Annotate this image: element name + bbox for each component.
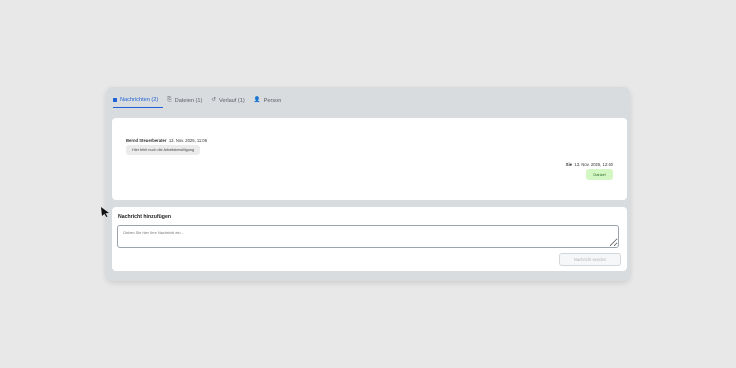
message-time: 13. Nov. 2025, 11:06: [168, 138, 208, 143]
paperclip-icon: ⎘: [167, 96, 172, 103]
message-thread: Bernd Steuerberater 13. Nov. 2025, 11:06…: [112, 118, 627, 200]
tab-label: Nachrichten (2): [120, 97, 159, 103]
tab-label: Dateien (1): [174, 97, 203, 104]
compose-title: Nachricht hinzufügen: [118, 214, 172, 220]
message-time: 13. Nov. 2025, 12:40: [574, 162, 613, 167]
message-bubble: Hier fehlt noch die Arbeitsbewilligung: [126, 145, 201, 155]
message-sender: Sie: [565, 162, 573, 167]
history-icon: ↺: [211, 96, 216, 103]
message-input[interactable]: [117, 225, 619, 248]
tab-files[interactable]: ⎘ Dateien (1): [167, 96, 207, 108]
tab-label: Person: [263, 97, 282, 104]
tab-person[interactable]: 👤 Person: [254, 96, 287, 108]
person-icon: 👤: [253, 96, 261, 103]
message-meta: Bernd Steuerberater 13. Nov. 2025, 11:06: [126, 138, 207, 143]
message-bubble-own: Danke!: [586, 169, 613, 180]
mouse-pointer-icon: [101, 207, 109, 217]
message-meta: Sie 13. Nov. 2025, 12:40: [566, 162, 613, 167]
messages-panel: Nachrichten (2) ⎘ Dateien (1) ↺ Verlauf …: [106, 87, 630, 281]
chat-icon: [113, 98, 117, 102]
compose-card: Nachricht hinzufügen Nachricht senden: [112, 207, 627, 271]
tab-messages[interactable]: Nachrichten (2): [113, 96, 164, 108]
tab-bar: Nachrichten (2) ⎘ Dateien (1) ↺ Verlauf …: [113, 93, 290, 108]
send-message-button[interactable]: Nachricht senden: [559, 253, 621, 266]
message-sender: Bernd Steuerberater: [126, 138, 167, 143]
tab-label: Verlauf (1): [218, 97, 245, 104]
tab-history[interactable]: ↺ Verlauf (1): [211, 96, 249, 108]
